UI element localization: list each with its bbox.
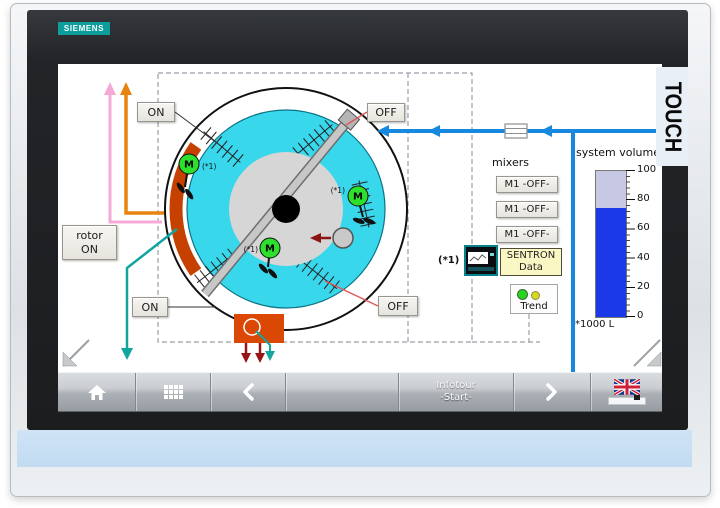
siemens-hmi-panel: { "device": { "brand_logo": "SIEMENS", "… [0, 0, 720, 508]
keyboard-button[interactable] [136, 373, 210, 411]
language-button[interactable] [591, 373, 662, 411]
trend-label: Trend [520, 301, 548, 312]
mixer-m1-button-1[interactable]: M1 -OFF- [496, 176, 558, 193]
volume-gauge [595, 170, 627, 318]
svg-text:(*1): (*1) [331, 186, 345, 195]
yellow-led-icon [531, 291, 540, 300]
gauge-tick-40: 40 [637, 252, 650, 263]
svg-text:M: M [353, 192, 363, 203]
mixer-top-on-button[interactable]: ON [137, 102, 175, 122]
rotor-line [121, 228, 178, 360]
green-led-icon [517, 289, 528, 300]
mixer-bottom-on-button[interactable]: ON [132, 297, 168, 317]
chevron-right-icon [546, 383, 557, 401]
gauge-tick-20: 20 [637, 281, 650, 292]
sentron-label-line1: SENTRON [506, 250, 556, 261]
home-button[interactable] [58, 373, 135, 411]
tank-outlet [234, 314, 284, 363]
tank-center-hub [272, 195, 300, 223]
keyboard-icon [163, 385, 183, 399]
mixer-m1-button-2[interactable]: M1 -OFF- [496, 201, 558, 218]
sentron-label-line2: Data [519, 262, 543, 273]
gauge-tick-0: 0 [637, 310, 644, 321]
pipe-valve-icon [504, 123, 528, 139]
scraper-off-button[interactable]: OFF [367, 103, 405, 122]
siemens-logo: SIEMENS [58, 22, 110, 35]
volume-gauge-fill [596, 207, 626, 317]
rotor-button-line2: ON [81, 242, 98, 256]
rotor-button-line1: rotor [76, 229, 103, 243]
tank [164, 87, 408, 331]
sentron-data-button[interactable]: SENTRON Data [500, 248, 562, 276]
hmi-screen: M (*1) M (*1) M (*1) ON OFF rotor ON ON … [58, 64, 662, 412]
infotour-button[interactable]: Infotour -Start- [399, 373, 513, 411]
gauge-unit: *1000 L [575, 319, 615, 330]
infotour-label-line1: Infotour [436, 379, 476, 391]
forward-button[interactable] [514, 373, 590, 411]
mixers-panel-title: mixers [492, 156, 529, 169]
svg-text:(*1): (*1) [202, 162, 216, 171]
svg-text:M: M [265, 244, 275, 255]
touch-bezel-label: TOUCH [656, 67, 688, 166]
svg-text:M: M [184, 160, 194, 171]
sentron-device-icon [464, 245, 498, 280]
gauge-major-ticks [626, 170, 635, 317]
gauge-tick-60: 60 [637, 222, 650, 233]
nav-divider [285, 373, 286, 411]
navigation-bar: Infotour -Start- [58, 372, 662, 412]
pump-off-button[interactable]: OFF [378, 296, 418, 316]
glass-reflection-strip [17, 430, 692, 467]
mixer-m1-button-3[interactable]: M1 -OFF- [496, 226, 558, 243]
gauge-title: system volume [576, 146, 661, 159]
uk-flag-icon [613, 379, 640, 395]
svg-text:(*1): (*1) [244, 245, 258, 254]
home-icon [87, 385, 106, 400]
trend-button[interactable]: Trend [510, 284, 558, 314]
chevron-left-icon [243, 383, 254, 401]
rotor-on-button[interactable]: rotor ON [62, 225, 117, 260]
sentron-note: (*1) [438, 255, 460, 266]
back-button[interactable] [211, 373, 285, 411]
gauge-tick-80: 80 [637, 193, 650, 204]
infotour-label-line2: -Start- [440, 392, 472, 403]
